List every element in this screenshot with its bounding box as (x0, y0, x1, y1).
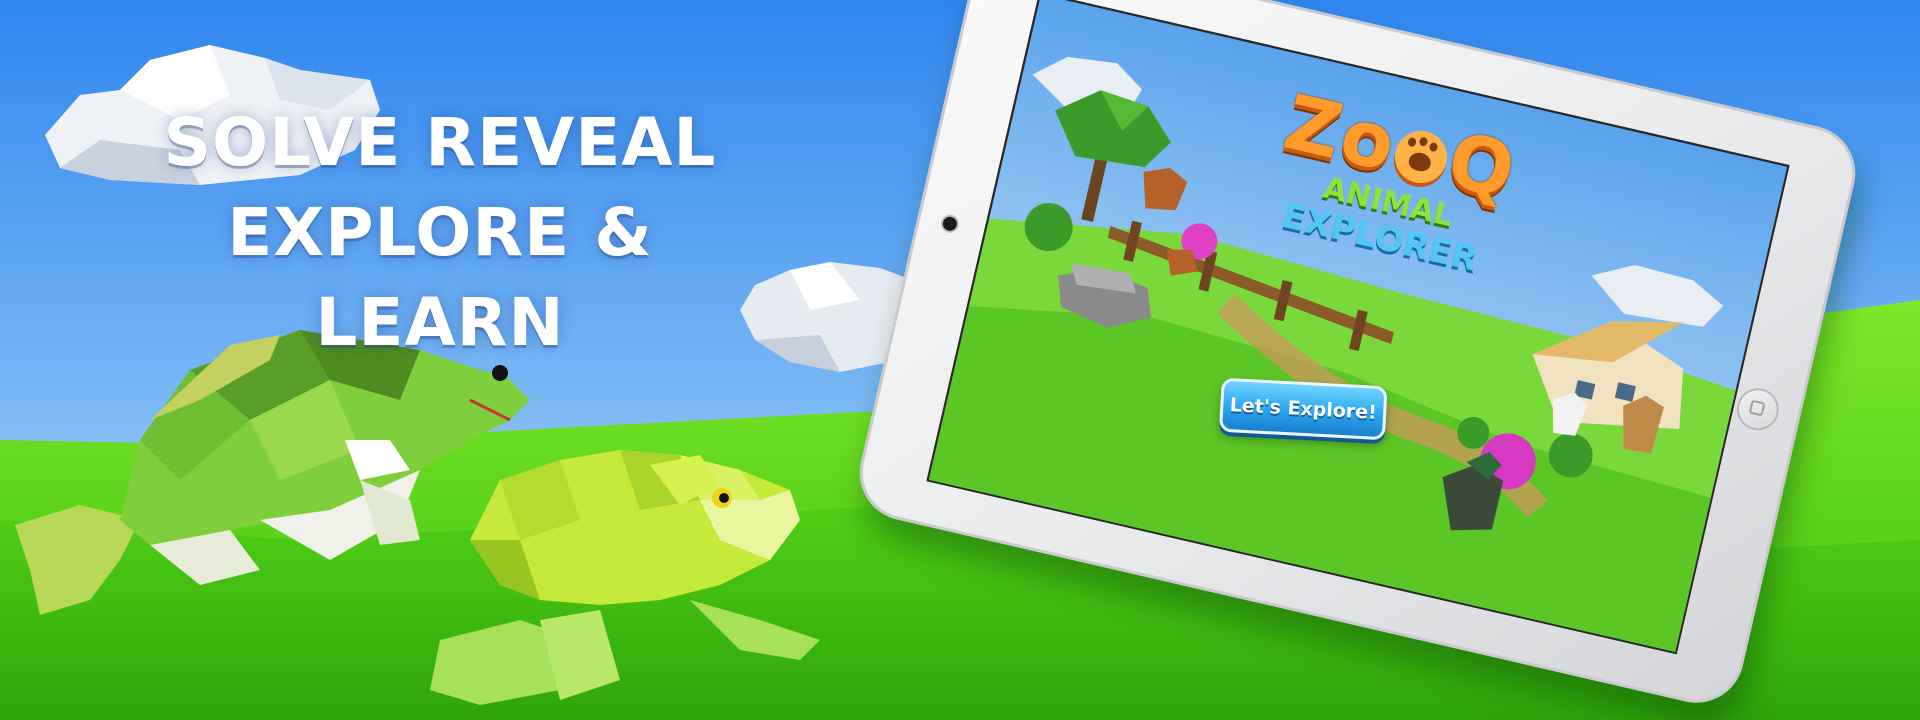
app-screen: Zo Q ANIMAL EXPLORER Let's Explore! (926, 0, 1790, 655)
lets-explore-button[interactable]: Let's Explore! (1218, 377, 1388, 441)
headline-line-2: EXPLORE & LEARN (227, 194, 653, 361)
headline-line-1: SOLVE REVEAL (163, 104, 717, 181)
headline: SOLVE REVEAL EXPLORE & LEARN (110, 98, 770, 368)
promo-banner: SOLVE REVEAL EXPLORE & LEARN Zo Q ANIMAL… (0, 0, 1920, 720)
camera-icon (941, 215, 959, 233)
home-button[interactable] (1732, 384, 1784, 435)
paw-icon (1390, 125, 1453, 189)
